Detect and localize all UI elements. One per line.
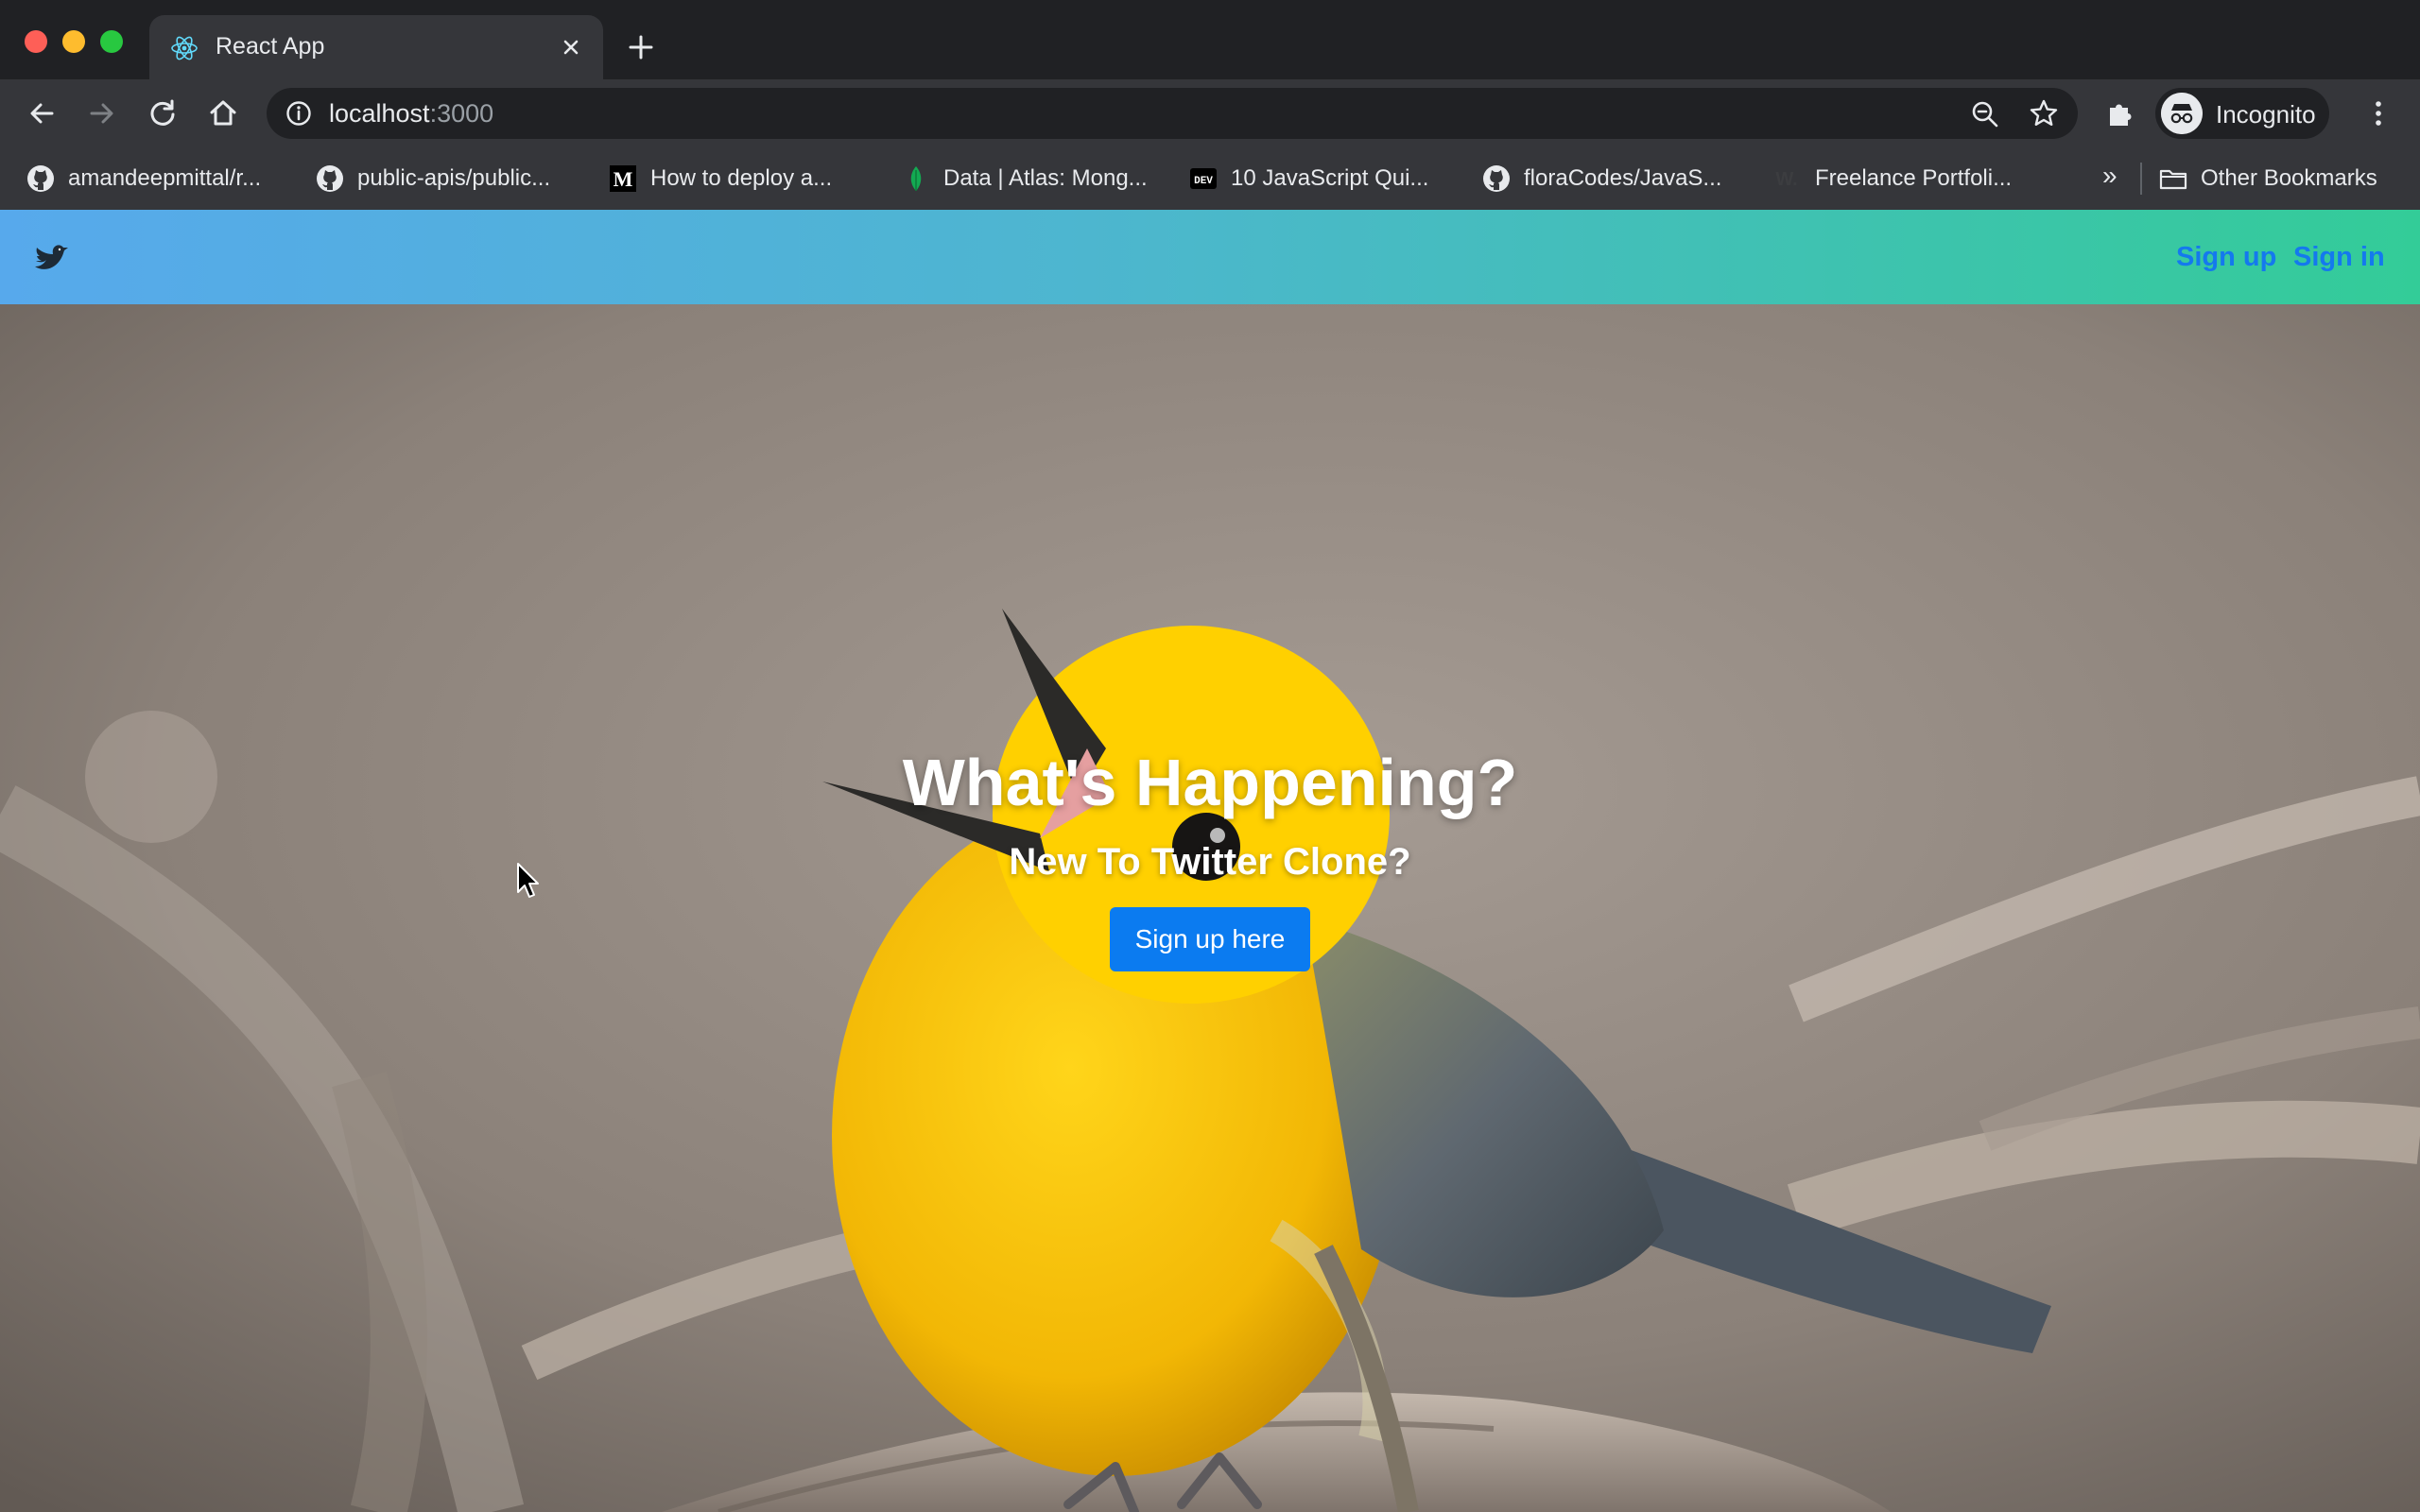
- react-icon: [171, 36, 198, 60]
- bookmarks-divider: [2140, 163, 2142, 195]
- profile-chip[interactable]: Incognito: [2155, 88, 2329, 139]
- medium-icon: M: [609, 164, 637, 193]
- signin-link[interactable]: Sign in: [2293, 242, 2385, 273]
- svg-text:M: M: [614, 167, 633, 191]
- signup-link[interactable]: Sign up: [2176, 242, 2276, 273]
- bookmark-item[interactable]: amandeepmittal/r...: [26, 161, 261, 197]
- bookmark-item[interactable]: public-apis/public...: [316, 161, 550, 197]
- bookmark-item[interactable]: DEV 10 JavaScript Qui...: [1189, 161, 1428, 197]
- star-icon[interactable]: [2029, 98, 2059, 129]
- maximize-window-button[interactable]: [100, 30, 123, 53]
- hero-title: What's Happening?: [902, 746, 1518, 819]
- bookmark-label: public-apis/public...: [357, 165, 551, 191]
- bookmark-label: Freelance Portfoli...: [1815, 165, 2013, 191]
- close-icon[interactable]: [556, 32, 586, 62]
- url-host: localhost: [329, 99, 430, 128]
- svg-text:DEV: DEV: [1194, 176, 1213, 187]
- bookmark-label: Other Bookmarks: [2201, 165, 2377, 191]
- signup-here-button[interactable]: Sign up here: [1110, 907, 1310, 971]
- url-port: :3000: [429, 99, 494, 128]
- dev-icon: DEV: [1189, 164, 1218, 193]
- bookmarks-overflow-button[interactable]: »: [2102, 161, 2118, 191]
- bookmark-item[interactable]: W. Freelance Portfoli...: [1773, 161, 2012, 197]
- plus-icon[interactable]: [624, 30, 658, 64]
- page-viewport: Sign up Sign in What's Happening? New To…: [0, 210, 2420, 1512]
- puzzle-icon[interactable]: [2102, 96, 2136, 130]
- bookmark-item[interactable]: M How to deploy a...: [609, 161, 832, 197]
- bookmark-label: How to deploy a...: [650, 165, 833, 191]
- bookmark-label: amandeepmittal/r...: [68, 165, 262, 191]
- mouse-pointer-icon: [517, 863, 539, 898]
- other-bookmarks-folder[interactable]: Other Bookmarks: [2159, 161, 2377, 197]
- github-icon: [1482, 164, 1511, 193]
- svg-text:W.: W.: [1775, 169, 1797, 190]
- folder-icon: [2159, 164, 2187, 193]
- bookmarks-bar: amandeepmittal/r... public-apis/public..…: [0, 147, 2420, 211]
- kebab-menu-icon[interactable]: [2361, 96, 2395, 130]
- bookmark-item[interactable]: Data | Atlas: Mong...: [902, 161, 1148, 197]
- url-text: localhost:3000: [329, 99, 493, 129]
- browser-tab-bar: React App: [0, 0, 2420, 79]
- hero-section: What's Happening? New To Twitter Clone? …: [0, 304, 2420, 1512]
- bird-icon[interactable]: [32, 242, 70, 274]
- tab-title: React App: [216, 33, 325, 60]
- info-icon[interactable]: [285, 100, 312, 127]
- github-icon: [316, 164, 344, 193]
- mongodb-leaf-icon: [902, 164, 930, 193]
- forward-arrow-icon[interactable]: [85, 96, 119, 130]
- bookmark-label: floraCodes/JavaS...: [1524, 165, 1722, 191]
- home-icon[interactable]: [206, 96, 240, 130]
- hero-subtitle: New To Twitter Clone?: [1009, 841, 1411, 883]
- w-icon: W.: [1773, 164, 1802, 193]
- reload-icon[interactable]: [146, 96, 180, 130]
- site-navbar: Sign up Sign in: [0, 210, 2420, 304]
- bookmark-label: 10 JavaScript Qui...: [1231, 165, 1429, 191]
- close-window-button[interactable]: [25, 30, 47, 53]
- address-bar[interactable]: localhost:3000: [267, 88, 2078, 139]
- github-icon: [26, 164, 55, 193]
- incognito-icon: [2161, 93, 2203, 134]
- browser-tab-active[interactable]: React App: [149, 15, 603, 79]
- browser-toolbar: localhost:3000 Incognito: [0, 79, 2420, 147]
- back-arrow-icon[interactable]: [25, 96, 59, 130]
- bookmark-item[interactable]: floraCodes/JavaS...: [1482, 161, 1721, 197]
- zoom-icon[interactable]: [1970, 99, 2000, 129]
- minimize-window-button[interactable]: [62, 30, 85, 53]
- bookmark-label: Data | Atlas: Mong...: [943, 165, 1148, 191]
- profile-label: Incognito: [2216, 100, 2316, 129]
